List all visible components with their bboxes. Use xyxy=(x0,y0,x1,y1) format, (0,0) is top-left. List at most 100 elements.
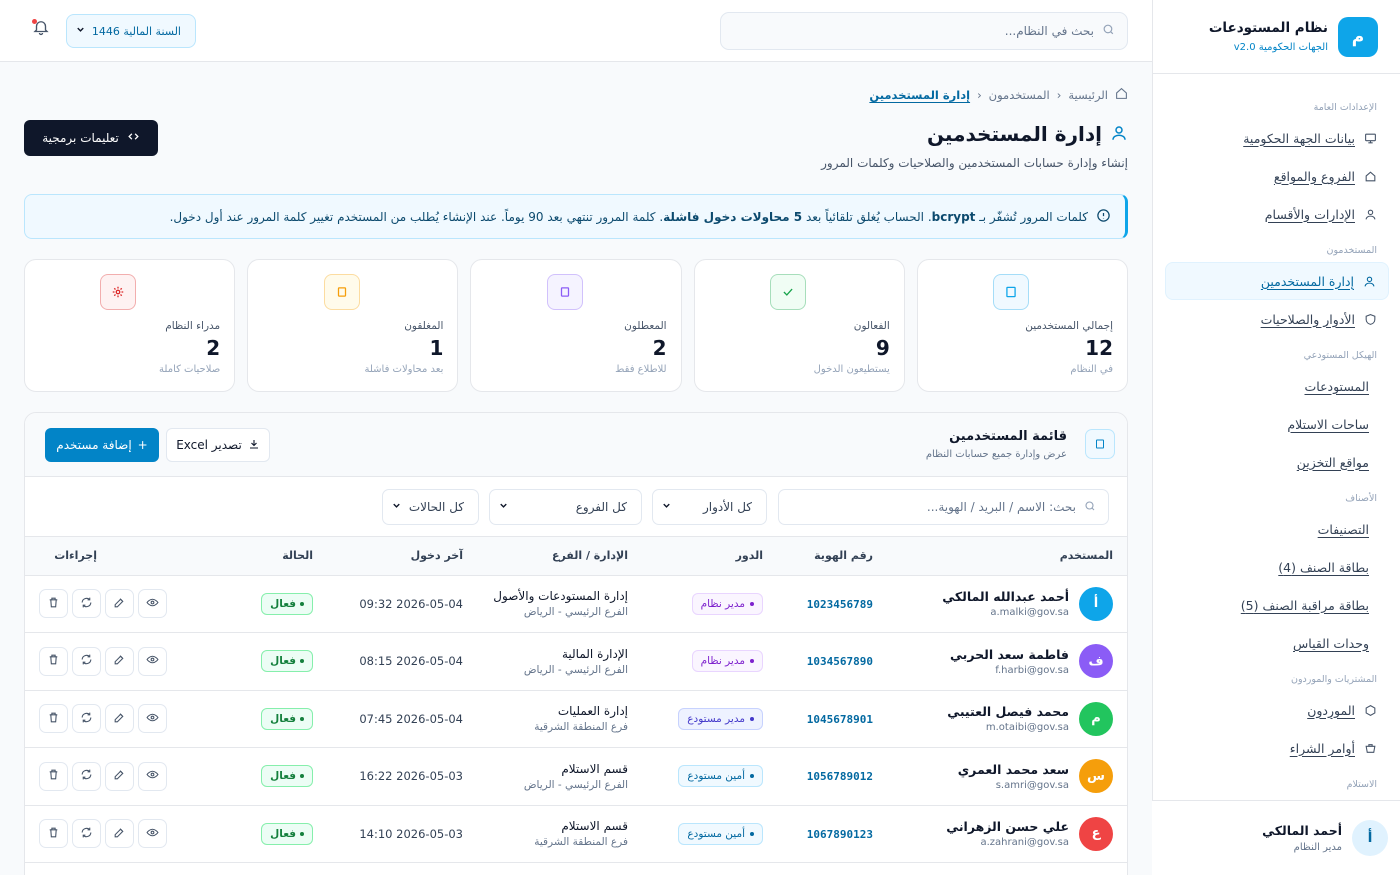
user-email: f.harbi@gov.sa xyxy=(995,664,1069,676)
delete-button[interactable] xyxy=(39,646,68,676)
edit-button[interactable] xyxy=(105,704,134,734)
last-login: 2026-05-03 16:22 xyxy=(359,769,463,784)
sidebar-item[interactable]: الفروع والمواقع xyxy=(1165,157,1389,195)
reset-password-button[interactable] xyxy=(72,704,101,734)
department: إدارة العمليات xyxy=(557,704,628,719)
export-excel-button[interactable]: تصدير Excel xyxy=(166,428,270,462)
table-row[interactable]: أ أحمد عبدالله المالكي a.malki@gov.sa 10234… xyxy=(25,575,1127,633)
breadcrumb-parent[interactable]: المستخدمون xyxy=(989,88,1050,102)
national-id: 1034567890 xyxy=(806,655,873,669)
chevron-down-icon xyxy=(661,500,672,514)
brand-subtitle: الجهات الحكومية v2.0 xyxy=(1233,42,1328,53)
cart-icon xyxy=(1363,741,1377,755)
edit-button[interactable] xyxy=(105,761,134,791)
user-cell: م محمد فيصل العتيبي m.otaibi@gov.sa xyxy=(887,690,1127,748)
user-cell: أ أحمد عبدالله المالكي a.malki@gov.sa xyxy=(887,575,1127,633)
current-user[interactable]: أ أحمد المالكي مدير النظام xyxy=(1152,800,1400,875)
sidebar-item[interactable]: ساحات الاستلام xyxy=(1165,405,1389,443)
view-button[interactable] xyxy=(138,704,167,734)
last-login: 2026-05-04 09:32 xyxy=(359,596,463,611)
last-login: 2026-05-04 08:15 xyxy=(359,654,463,669)
notifications-button[interactable] xyxy=(30,18,50,38)
sidebar-item[interactable]: إدارة المستخدمين xyxy=(1165,262,1389,300)
reset-password-button[interactable] xyxy=(72,646,101,676)
dev-instructions-button[interactable]: تعليمات برمجية xyxy=(24,120,158,156)
branch: فرع المنطقة الشرقية xyxy=(534,721,628,734)
table-row[interactable]: م محمد فيصل العتيبي m.otaibi@gov.sa 1045678… xyxy=(25,690,1127,748)
global-search-input[interactable]: بحث في النظام... xyxy=(720,12,1128,50)
view-button[interactable] xyxy=(138,819,167,849)
sidebar-item[interactable]: أوامر الشراء xyxy=(1165,729,1389,767)
view-button[interactable] xyxy=(138,646,167,676)
home-icon[interactable] xyxy=(1115,87,1128,103)
fiscal-year-select[interactable]: السنة المالية 1446 xyxy=(66,14,196,48)
branch: الفرع الرئيسي - الرياض xyxy=(523,663,628,676)
sidebar-item[interactable]: الأدوار والصلاحيات xyxy=(1165,300,1389,338)
national-id: 1023456789 xyxy=(806,597,873,611)
avatar: أ xyxy=(1079,586,1113,621)
reset-password-button[interactable] xyxy=(72,761,101,791)
add-user-button[interactable]: + إضافة مستخدم xyxy=(45,428,159,462)
reset-password-icon xyxy=(80,596,93,612)
stat-value: 9 xyxy=(875,336,890,360)
list-icon xyxy=(1085,429,1115,459)
delete-button[interactable] xyxy=(39,704,68,734)
delete-button[interactable] xyxy=(39,819,68,849)
role-label: مدير نظام xyxy=(700,655,745,668)
edit-button[interactable] xyxy=(105,589,134,619)
table-row[interactable]: س سعد محمد العمري s.amri@gov.sa 1056789012 أ… xyxy=(25,747,1127,806)
alert-text: كلمات المرور تُشفّر بـ bcrypt. الحساب يُ… xyxy=(170,210,1088,224)
sidebar-item[interactable]: الإدارات والأقسام xyxy=(1165,195,1389,233)
status-filter-value: كل الحالات xyxy=(408,500,464,514)
sidebar-item[interactable]: التصنيفات xyxy=(1165,510,1389,548)
users-panel: قائمة المستخدمين عرض وإدارة جميع حسابات … xyxy=(24,412,1128,875)
column-header: رقم الهوية xyxy=(777,537,887,576)
sidebar-item[interactable]: الموردون xyxy=(1165,691,1389,729)
delete-button[interactable] xyxy=(39,589,68,619)
table-row[interactable]: ع علي حسن الزهراني a.zahrani@gov.sa 1067890… xyxy=(25,805,1127,863)
stat-value: 2 xyxy=(206,336,221,360)
column-header: آخر دخول xyxy=(327,537,477,576)
role-label: مدير مستودع xyxy=(687,712,745,725)
delete-icon xyxy=(47,653,60,669)
nav-section-title: المستخدمون xyxy=(1326,245,1377,256)
view-icon xyxy=(146,826,159,842)
breadcrumb-separator: ‹ xyxy=(977,88,982,102)
reset-password-button[interactable] xyxy=(72,819,101,849)
branch: الفرع الرئيسي - الرياض xyxy=(523,606,628,619)
gear-icon xyxy=(100,274,137,310)
dept-cell: قسم الاستلام فرع المنطقة الشرقية xyxy=(477,805,642,863)
avatar: ع xyxy=(1079,816,1113,851)
brand: م نظام المستودعات الجهات الحكومية v2.0 xyxy=(1153,0,1400,74)
users-table: المستخدم رقم الهوية الدور الإدارة / الفرع آخ… xyxy=(25,537,1127,863)
national-id: 1056789012 xyxy=(806,770,873,784)
department: إدارة المستودعات والأصول xyxy=(493,589,628,604)
sidebar-item[interactable]: مواقع التخزين xyxy=(1165,443,1389,481)
role-filter-select[interactable]: كل الأدوار xyxy=(652,489,767,525)
department: الإدارة المالية xyxy=(561,646,628,661)
view-button[interactable] xyxy=(138,589,167,619)
role-cell: مدير نظام xyxy=(642,575,777,633)
page-subtitle: إنشاء وإدارة حسابات المستخدمين والصلاحيا… xyxy=(821,156,1128,170)
current-user-role: مدير النظام xyxy=(1293,842,1342,853)
status-filter-select[interactable]: كل الحالات xyxy=(382,489,479,525)
delete-button[interactable] xyxy=(39,761,68,791)
edit-button[interactable] xyxy=(105,819,134,849)
edit-button[interactable] xyxy=(105,646,134,676)
sidebar-item[interactable]: بيانات الجهة الحكومية xyxy=(1165,119,1389,157)
sidebar-item[interactable]: بطاقة مراقبة الصنف (5) xyxy=(1165,586,1389,624)
reset-password-button[interactable] xyxy=(72,589,101,619)
status-cell: فعال xyxy=(217,805,327,863)
avatar: أ xyxy=(1352,820,1388,856)
sidebar-item[interactable]: بطاقة الصنف (4) xyxy=(1165,548,1389,586)
user-search-input[interactable]: بحث: الاسم / البريد / الهوية... xyxy=(778,489,1109,525)
sidebar-item[interactable]: المستودعات xyxy=(1165,367,1389,405)
view-button[interactable] xyxy=(138,761,167,791)
topbar: بحث في النظام... السنة المالية 1446 xyxy=(0,0,1152,62)
table-row[interactable]: ف فاطمة سعد الحربي f.harbi@gov.sa 103456789… xyxy=(25,632,1127,691)
sidebar-item[interactable]: وحدات القياس xyxy=(1165,624,1389,662)
branch-filter-select[interactable]: كل الفروع xyxy=(489,489,642,525)
breadcrumb-home[interactable]: الرئيسية xyxy=(1068,88,1108,102)
id-cell: 1056789012 xyxy=(777,747,887,806)
role-badge: أمين مستودع xyxy=(678,765,763,788)
